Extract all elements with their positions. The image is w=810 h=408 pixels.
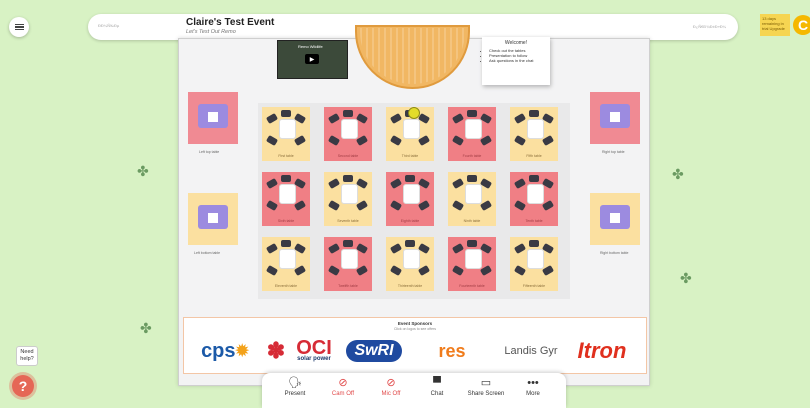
cam-off-button[interactable]: ⊘ Cam Off (318, 377, 368, 397)
video-title: Remo Wildlife (298, 44, 323, 49)
conference-table[interactable]: Second table (324, 107, 372, 161)
sponsor-logo-swri[interactable]: SwRI (344, 336, 404, 366)
bottom-toolbar: 🗣 Present ⊘ Cam Off ⊘ Mic Off ▀ Chat ▭ S… (262, 373, 566, 408)
trial-upgrade-badge[interactable]: 13 days remaining in trial Upgrade (760, 14, 790, 36)
header-right-tag: Đ¿Ñ€Đ¾Đ±Đ»Đ¼ (692, 24, 726, 29)
table-label: Ninth table (463, 219, 481, 223)
table-label: Third table (401, 154, 419, 158)
conference-table[interactable]: Eleventh table (262, 237, 310, 291)
share-screen-icon: ▭ (480, 377, 492, 389)
more-icon: ••• (527, 377, 539, 389)
conference-table[interactable]: Fourth table (448, 107, 496, 161)
table-label: Eighth table (400, 219, 420, 223)
table-label: Fourth table (462, 154, 482, 158)
present-icon: 🗣 (288, 377, 302, 389)
sponsor-logo-cps[interactable]: cps ✹ (192, 336, 258, 366)
table-label: Fifteenth table (522, 284, 546, 288)
help-button[interactable]: ? (12, 375, 34, 397)
conference-table[interactable]: First table (262, 107, 310, 161)
sponsor-logo-itron[interactable]: Itron (566, 336, 638, 366)
sponsor-logo-res[interactable]: res (434, 336, 470, 366)
welcome-title: Welcome! (504, 40, 528, 46)
chat-icon: ▀ (433, 377, 441, 389)
clover-decoration: ✤ (680, 270, 692, 286)
side-table-label: Right bottom table (600, 251, 629, 255)
side-table-label: Left top table (199, 150, 220, 154)
table-label: Fourteenth table (459, 284, 485, 288)
question-icon: ? (18, 378, 28, 394)
share-screen-button[interactable]: ▭ Share Screen (461, 377, 511, 397)
table-label: Seventh table (337, 219, 359, 223)
conference-table[interactable]: Eighth table (386, 172, 434, 226)
table-label: Sixth table (277, 219, 295, 223)
clover-decoration: ✤ (140, 320, 152, 336)
conference-table[interactable]: Thirteenth table (386, 237, 434, 291)
camera-off-icon: ⊘ (338, 377, 348, 389)
conference-table[interactable]: Seventh table (324, 172, 372, 226)
sponsors-subtitle: Click on logos to see offers (394, 327, 436, 331)
cam-off-label: Cam Off (331, 391, 355, 397)
share-screen-label: Share Screen (467, 391, 505, 397)
side-table-label: Left bottom table (194, 251, 221, 255)
sponsor-logo-oci-icon[interactable]: ✽ (264, 336, 288, 366)
side-table-label: Right top table (602, 150, 625, 154)
more-button[interactable]: ••• More (508, 377, 558, 397)
table-label: Fifth table (526, 154, 542, 158)
conference-table[interactable]: Twelfth table (324, 237, 372, 291)
table-label: Thirteenth table (397, 284, 423, 288)
table-label: Twelfth table (338, 284, 358, 288)
clover-decoration: ✤ (137, 163, 149, 179)
table-label: First table (278, 154, 294, 158)
conference-table[interactable]: Tenth table (510, 172, 558, 226)
table-label: Second table (337, 154, 359, 158)
side-table-right-bottom[interactable] (590, 193, 640, 245)
mic-off-icon: ⊘ (386, 377, 396, 389)
header-left-tag: ĐĐ¼Ñ‰Đµ (98, 23, 120, 28)
video-player[interactable]: Remo Wildlife ▶ (277, 40, 348, 79)
chat-button[interactable]: ▀ Chat (412, 377, 462, 397)
help-bubble: Need help? (16, 346, 38, 366)
present-button[interactable]: 🗣 Present (270, 377, 320, 397)
user-avatar[interactable]: C (793, 15, 810, 35)
play-icon[interactable]: ▶ (305, 54, 319, 64)
sponsors-panel: Event Sponsors Click on logos to see off… (183, 317, 647, 374)
mic-off-label: Mic Off (381, 391, 401, 397)
conference-table[interactable]: Fourteenth table (448, 237, 496, 291)
hamburger-icon (14, 22, 24, 31)
conference-table[interactable]: Ninth table (448, 172, 496, 226)
side-table-left-bottom[interactable] (188, 193, 238, 245)
clover-decoration: ✤ (672, 166, 684, 182)
conference-table[interactable]: Sixth table (262, 172, 310, 226)
present-label: Present (284, 391, 306, 397)
menu-button[interactable] (9, 17, 29, 37)
mic-off-button[interactable]: ⊘ Mic Off (366, 377, 416, 397)
side-table-left-top[interactable] (188, 92, 238, 144)
more-label: More (526, 391, 540, 397)
welcome-note: Welcome! Check out the tables Presentati… (482, 37, 550, 85)
attendee-avatar[interactable] (408, 107, 420, 119)
welcome-item: Ask questions in the chat (489, 58, 550, 63)
sponsors-title: Event Sponsors (397, 321, 433, 326)
side-table-right-top[interactable] (590, 92, 640, 144)
event-subtitle: Let's Test Out Remo (186, 29, 236, 35)
table-label: Eleventh table (274, 284, 298, 288)
chat-label: Chat (430, 391, 444, 397)
event-title: Claire's Test Event (186, 17, 275, 28)
conference-table[interactable]: Fifteenth table (510, 237, 558, 291)
conference-table[interactable]: Fifth table (510, 107, 558, 161)
sponsor-logo-landis-gyr[interactable]: Landis Gyr (502, 336, 560, 366)
table-label: Tenth table (525, 219, 543, 223)
sponsor-logo-oci[interactable]: OCI solar power (289, 336, 339, 366)
